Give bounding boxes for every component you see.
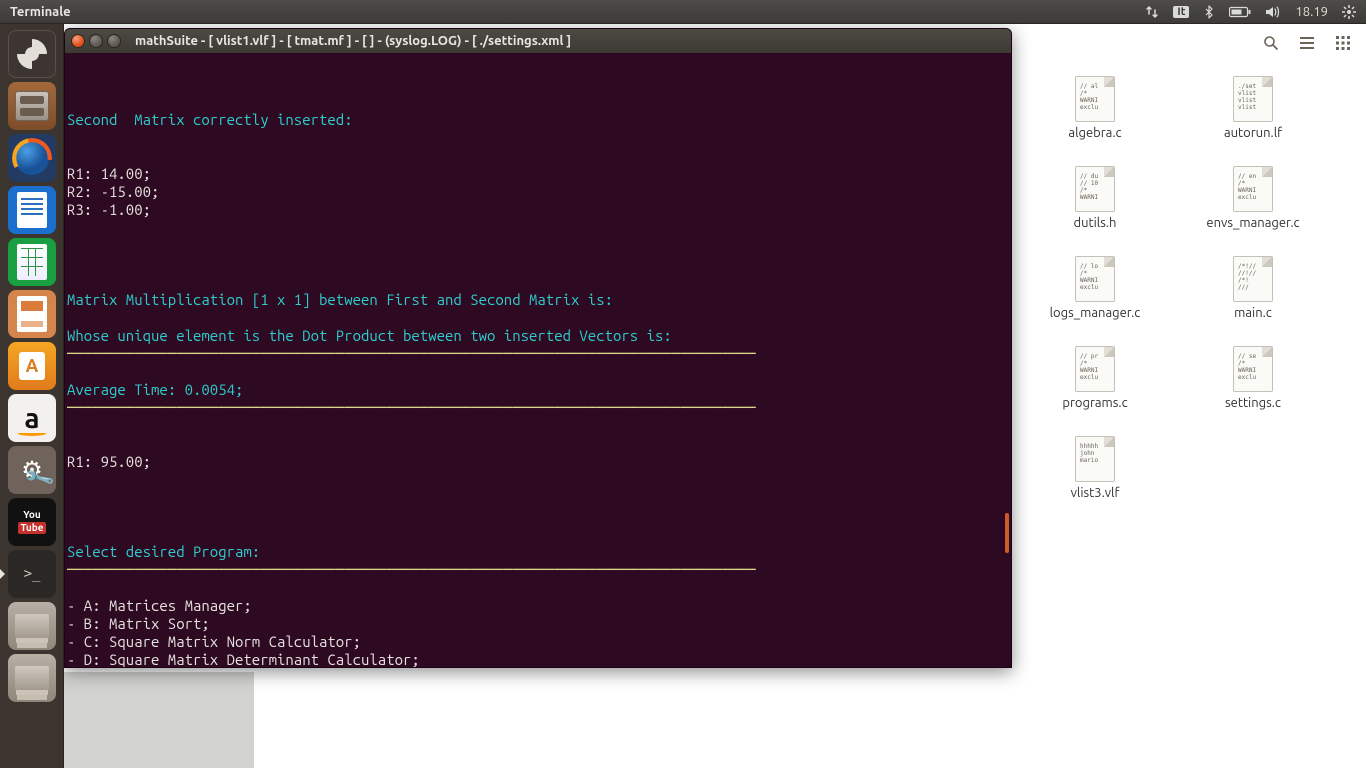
file-label: logs_manager.c [1050, 306, 1141, 320]
youtube-icon[interactable]: You Tube [8, 498, 56, 546]
term-line-result: R1: 95.00; [67, 453, 151, 470]
term-line-progA: - A: Matrices Manager; [67, 597, 252, 614]
textfile-icon: // en /* WARNI exclu [1233, 166, 1273, 212]
file-item[interactable]: hhhhh john mario vlist3.vlf [1016, 432, 1174, 522]
term-line-progC: - C: Square Matrix Norm Calculator; [67, 633, 361, 650]
terminal-window[interactable]: mathSuite - [ vlist1.vlf ] - [ tmat.mf ]… [64, 28, 1012, 668]
impress-icon[interactable] [8, 290, 56, 338]
battery-icon[interactable] [1229, 6, 1251, 18]
file-label: vlist3.vlf [1071, 486, 1120, 500]
textfile-icon: hhhhh john mario [1075, 436, 1115, 482]
dash-icon[interactable] [8, 30, 56, 78]
file-label: algebra.c [1068, 126, 1121, 140]
file-label: autorun.lf [1224, 126, 1282, 140]
window-close-button[interactable] [71, 34, 85, 48]
view-menu-icon[interactable] [1292, 29, 1322, 57]
active-app-menu[interactable]: Terminale [0, 5, 81, 19]
file-item[interactable]: // pr /* WARNI exclu programs.c [1016, 342, 1174, 432]
term-line-progD: - D: Square Matrix Determinant Calculato… [67, 651, 420, 668]
mounted-device-1-icon[interactable] [8, 602, 56, 650]
youtube-text-bottom: Tube [18, 522, 45, 534]
volume-icon[interactable] [1265, 5, 1281, 19]
window-maximize-button[interactable] [107, 34, 121, 48]
file-item[interactable]: /*!// //!// /*! /// main.c [1174, 252, 1332, 342]
textfile-icon: // lo /* WARNI exclu [1075, 256, 1115, 302]
term-line-avg: Average Time: 0.0054; [67, 381, 243, 398]
top-panel: Terminale It 18.19 [0, 0, 1366, 24]
term-line-inserted: Second Matrix correctly inserted: [67, 111, 353, 128]
file-item[interactable]: // lo /* WARNI exclu logs_manager.c [1016, 252, 1174, 342]
terminal-output[interactable]: Second Matrix correctly inserted: R1: 14… [65, 53, 1011, 667]
youtube-text-top: You [23, 509, 41, 520]
term-line-progB: - B: Matrix Sort; [67, 615, 210, 632]
software-center-icon[interactable] [8, 342, 56, 390]
search-icon[interactable] [1256, 29, 1286, 57]
terminal-title: mathSuite - [ vlist1.vlf ] - [ tmat.mf ]… [135, 34, 571, 48]
term-hr-3: ────────────────────────────────────────… [67, 561, 756, 578]
file-item[interactable]: ./set vlist vlist vlist autorun.lf [1174, 72, 1332, 162]
file-label: programs.c [1062, 396, 1127, 410]
file-label: dutils.h [1074, 216, 1117, 230]
terminal-titlebar[interactable]: mathSuite - [ vlist1.vlf ] - [ tmat.mf ]… [65, 29, 1011, 53]
amazon-icon[interactable]: a [8, 394, 56, 442]
terminal-icon[interactable]: >_ [8, 550, 56, 598]
textfile-icon: // al /* WARNI exclu [1075, 76, 1115, 122]
terminal-scroll-indicator[interactable] [1005, 513, 1009, 553]
unity-launcher: a ⚙🔧 You Tube >_ [0, 24, 64, 768]
writer-icon[interactable] [8, 186, 56, 234]
term-line-r3: R3: -1.00; [67, 201, 151, 218]
terminal-glyph: >_ [24, 566, 41, 582]
app-grid-icon[interactable] [1328, 29, 1358, 57]
bluetooth-icon[interactable] [1203, 5, 1215, 19]
files-icon[interactable] [8, 82, 56, 130]
file-label: envs_manager.c [1206, 216, 1299, 230]
file-browser-toolbar [1246, 24, 1366, 62]
clock[interactable]: 18.19 [1295, 5, 1328, 19]
keyboard-layout-indicator[interactable]: It [1173, 6, 1189, 18]
textfile-icon: /*!// //!// /*! /// [1233, 256, 1273, 302]
term-line-select: Select desired Program: [67, 543, 260, 560]
file-browser-icon-grid[interactable]: // al /* WARNI exclu algebra.c ./set vlist… [1016, 72, 1366, 768]
term-line-dp: Whose unique element is the Dot Product … [67, 327, 672, 344]
textfile-icon: ./set vlist vlist vlist [1233, 76, 1273, 122]
term-line-r2: R2: -15.00; [67, 183, 159, 200]
window-minimize-button[interactable] [89, 34, 103, 48]
system-tray: It 18.19 [1145, 5, 1366, 19]
session-gear-icon[interactable] [1342, 5, 1356, 19]
file-item[interactable]: // en /* WARNI exclu envs_manager.c [1174, 162, 1332, 252]
network-icon[interactable] [1145, 5, 1159, 19]
file-label: settings.c [1225, 396, 1281, 410]
term-line-r1: R1: 14.00; [67, 165, 151, 182]
textfile-icon: // se /* WARNI exclu [1233, 346, 1273, 392]
file-item[interactable]: // se /* WARNI exclu settings.c [1174, 342, 1332, 432]
file-item[interactable]: // du // 10 /* WARNI dutils.h [1016, 162, 1174, 252]
term-line-mm: Matrix Multiplication [1 x 1] between Fi… [67, 291, 613, 308]
textfile-icon: // pr /* WARNI exclu [1075, 346, 1115, 392]
system-settings-icon[interactable]: ⚙🔧 [8, 446, 56, 494]
textfile-icon: // du // 10 /* WARNI [1075, 166, 1115, 212]
term-hr-2: ────────────────────────────────────────… [67, 399, 756, 416]
mounted-device-2-icon[interactable] [8, 654, 56, 702]
file-item[interactable]: // al /* WARNI exclu algebra.c [1016, 72, 1174, 162]
term-hr-1: ────────────────────────────────────────… [67, 345, 756, 362]
calc-icon[interactable] [8, 238, 56, 286]
firefox-icon[interactable] [8, 134, 56, 182]
file-label: main.c [1234, 306, 1272, 320]
